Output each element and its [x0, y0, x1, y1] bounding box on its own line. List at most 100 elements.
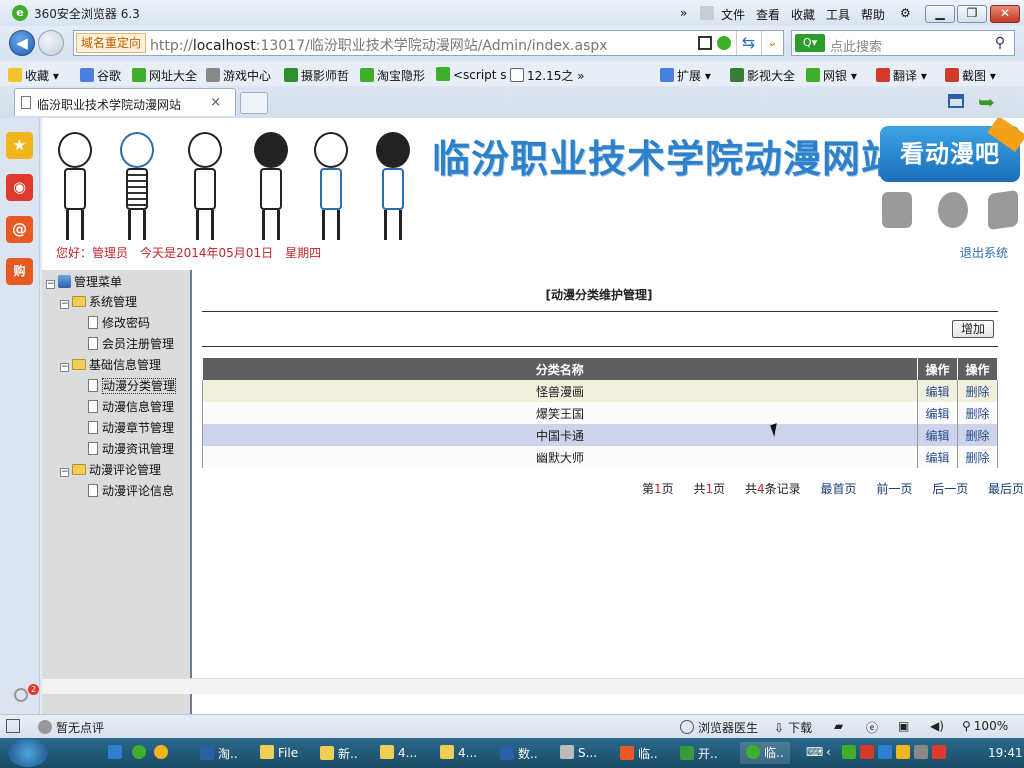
taskbar-item[interactable]: 数.. [500, 745, 538, 762]
qrcode-icon[interactable] [698, 36, 712, 50]
menu-group-comments[interactable]: − 动漫评论管理 [60, 461, 161, 478]
gear-icon[interactable] [14, 688, 28, 702]
bookmark-photo[interactable]: 摄影师哲 [284, 67, 349, 84]
menu-root[interactable]: − 管理菜单 [46, 273, 122, 290]
settings-gear-icon[interactable]: ⚙ [900, 6, 911, 20]
minimize-button[interactable]: ▁ [925, 5, 955, 23]
back-button[interactable]: ◀ [9, 30, 35, 56]
downloads[interactable]: ⇩ 下载 [774, 719, 812, 736]
collapse-icon[interactable]: − [60, 300, 69, 309]
zoom-control[interactable]: ⚲ 100% [962, 719, 1008, 733]
menu-item-change-password[interactable]: 修改密码 [88, 314, 150, 331]
delete-link[interactable]: 删除 [966, 385, 990, 399]
windows-icon[interactable] [988, 189, 1018, 231]
taskbar-app-icon[interactable] [154, 745, 172, 760]
bookmark-translate[interactable]: 翻译 ▾ [876, 67, 927, 84]
refresh-icon[interactable] [717, 36, 731, 50]
start-button[interactable] [8, 739, 48, 767]
url-input[interactable]: 域名重定向 http://localhost:13017/临汾职业技术学院动漫网… [73, 30, 784, 56]
taskbar-item[interactable]: File [260, 745, 298, 760]
collapse-icon[interactable]: − [46, 280, 55, 289]
window-icon[interactable]: ▣ [898, 719, 909, 733]
browser-doctor[interactable]: 浏览器医生 [680, 719, 758, 736]
redirect-badge[interactable]: 域名重定向 [76, 33, 147, 53]
undo-close-icon[interactable]: ➥ [978, 90, 995, 114]
weibo-icon[interactable]: ◉ [6, 174, 33, 201]
delete-link[interactable]: 删除 [966, 429, 990, 443]
taskbar-item[interactable]: 开.. [680, 745, 718, 762]
search-icon[interactable]: ⚲ [990, 34, 1010, 52]
bookmark-script[interactable]: <script s [436, 67, 507, 82]
menu-overflow-icon[interactable]: » [680, 6, 687, 20]
edit-link[interactable]: 编辑 [926, 451, 950, 465]
watch-anime-button[interactable]: 看动漫吧 [880, 118, 1024, 182]
apple-icon[interactable] [938, 192, 968, 228]
bookmark-favorites[interactable]: 收藏 ▾ [8, 67, 59, 84]
menu-tools[interactable]: 工具 [826, 6, 850, 23]
bookmark-1215[interactable]: 12.15之 » [510, 67, 585, 84]
bookmark-extensions[interactable]: 扩展 ▾ [660, 67, 711, 84]
collapse-icon[interactable]: − [60, 468, 69, 477]
email-icon[interactable]: @ [6, 216, 33, 243]
bookmark-google[interactable]: 谷歌 [80, 67, 121, 84]
favorites-star-icon[interactable]: ★ [6, 132, 33, 159]
comment-status[interactable]: 暂无点评 [38, 719, 104, 736]
taskbar-item[interactable]: 4... [380, 745, 417, 760]
bookmark-video[interactable]: 影视大全 [730, 67, 795, 84]
new-tab-button[interactable] [240, 92, 268, 114]
menu-item-news[interactable]: 动漫资讯管理 [88, 440, 174, 457]
taskbar-item[interactable]: 临.. [620, 745, 658, 762]
url-dropdown-icon[interactable]: ⌄ [761, 31, 783, 55]
pager-prev[interactable]: 前一页 [876, 482, 912, 496]
keyboard-icon[interactable]: ⌨ [806, 745, 823, 759]
pager-next[interactable]: 后一页 [932, 482, 968, 496]
pager-first[interactable]: 最首页 [821, 482, 857, 496]
logout-link[interactable]: 退出系统 [960, 244, 1008, 261]
taskbar-360-icon[interactable] [132, 745, 150, 760]
menu-item-chapters[interactable]: 动漫章节管理 [88, 419, 174, 436]
search-engine-icon[interactable]: Q▾ [795, 34, 825, 52]
close-window-button[interactable]: ✕ [990, 5, 1020, 23]
ie-icon[interactable]: ⓔ [866, 719, 878, 736]
tray-icons[interactable] [842, 745, 950, 760]
edit-link[interactable]: 编辑 [926, 407, 950, 421]
bookmark-games[interactable]: 游戏中心 [206, 67, 271, 84]
clock[interactable]: 19:41 [988, 746, 1023, 760]
volume-icon[interactable]: ◀) [930, 719, 944, 733]
maximize-button[interactable]: ❐ [957, 5, 987, 23]
add-button[interactable]: 增加 [952, 320, 994, 338]
shopping-icon[interactable]: 购 [6, 258, 33, 285]
bookmark-sites[interactable]: 网址大全 [132, 67, 197, 84]
sidebar-toggle-icon[interactable] [6, 719, 20, 733]
menu-group-basic-info[interactable]: − 基础信息管理 [60, 356, 161, 373]
tray-arrow-icon[interactable]: ‹ [826, 745, 831, 759]
menu-item-comment-info[interactable]: 动漫评论信息 [88, 482, 174, 499]
menu-group-system[interactable]: − 系统管理 [60, 293, 137, 310]
search-input[interactable]: Q▾ 点此搜索 ⚲ [791, 30, 1015, 56]
android-icon[interactable] [882, 192, 912, 228]
tab-close-icon[interactable]: × [210, 95, 221, 110]
home-icon[interactable] [948, 94, 964, 108]
pager-last[interactable]: 最后页 [988, 482, 1024, 496]
bookmark-bank[interactable]: 网银 ▾ [806, 67, 857, 84]
taskbar-item[interactable]: 4... [440, 745, 477, 760]
compat-mode-icon[interactable]: ⇆ [736, 31, 760, 55]
collapse-icon[interactable]: − [60, 363, 69, 372]
user-icon[interactable] [700, 6, 714, 20]
delete-link[interactable]: 删除 [966, 407, 990, 421]
url-text[interactable]: http://localhost:13017/临汾职业技术学院动漫网站/Admi… [150, 35, 608, 55]
edit-link[interactable]: 编辑 [926, 385, 950, 399]
edit-link[interactable]: 编辑 [926, 429, 950, 443]
taskbar-item[interactable]: S... [560, 745, 597, 760]
bookmark-screenshot[interactable]: 截图 ▾ [945, 67, 996, 84]
taskbar-item-active[interactable]: 临.. [740, 742, 790, 764]
delete-link[interactable]: 删除 [966, 451, 990, 465]
bookmark-taobao[interactable]: 淘宝隐形 [360, 67, 425, 84]
menu-help[interactable]: 帮助 [861, 6, 885, 23]
menu-item-anime-info[interactable]: 动漫信息管理 [88, 398, 174, 415]
chat-icon[interactable]: ▰ [834, 719, 843, 733]
horizontal-scrollbar[interactable] [42, 678, 1024, 694]
menu-favorites[interactable]: 收藏 [791, 6, 815, 23]
menu-item-category[interactable]: 动漫分类管理 [88, 377, 177, 394]
menu-item-member-registration[interactable]: 会员注册管理 [88, 335, 174, 352]
